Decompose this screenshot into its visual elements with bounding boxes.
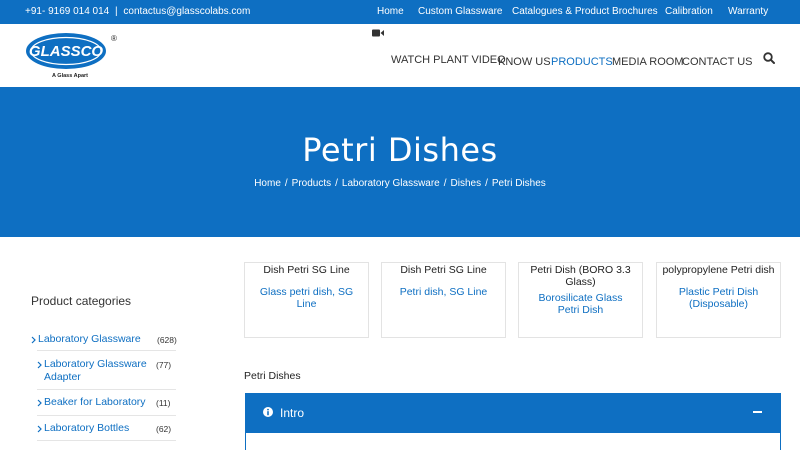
accordion-label: Intro (280, 406, 305, 420)
logo-brand-text: GLASSCO (29, 43, 104, 60)
product-card-title[interactable]: Dish Petri SG Line (382, 264, 505, 276)
breadcrumb-dishes[interactable]: Dishes (451, 178, 482, 189)
brand-logo[interactable]: GLASSCO ® A Glass Apart (24, 31, 119, 81)
product-card[interactable]: Dish Petri SG Line Petri dish, SG Line (381, 262, 506, 338)
sidebar-item-laboratory-bottles[interactable]: Laboratory Bottles (44, 422, 129, 434)
sidebar-item-count: (11) (156, 398, 171, 408)
product-card-title[interactable]: Petri Dish (BORO 3.3 Glass) (519, 264, 642, 288)
top-bar: +91- 9169 014 014 | contactus@glasscolab… (0, 0, 800, 24)
chevron-right-icon (37, 399, 42, 407)
breadcrumb: Home / Products / Laboratory Glassware / Dishe… (0, 178, 800, 189)
email-link[interactable]: contactus@glasscolabs.com (123, 6, 250, 17)
page-title: Petri Dishes (302, 131, 498, 169)
top-link-catalogues[interactable]: Catalogues & Product Brochures (512, 6, 658, 17)
sidebar-divider (37, 440, 176, 441)
top-link-warranty[interactable]: Warranty (728, 6, 768, 17)
accordion-header-intro[interactable]: Intro (245, 393, 781, 433)
breadcrumb-separator: / (485, 178, 488, 189)
top-link-calibration[interactable]: Calibration (665, 6, 713, 17)
floating-side-tab[interactable] (779, 237, 800, 268)
sidebar-title: Product categories (31, 294, 132, 308)
product-card-link[interactable]: Borosilicate Glass Petri Dish (519, 292, 642, 316)
sidebar-item-beaker[interactable]: Beaker for Laboratory (44, 396, 146, 408)
product-card-link[interactable]: Glass petri dish, SG Line (245, 286, 368, 310)
sidebar-divider (37, 389, 176, 390)
sidebar-item-laboratory-glassware[interactable]: Laboratory Glassware (38, 333, 141, 345)
accordion-body (245, 433, 781, 450)
nav-media-room[interactable]: MEDIA ROOM (612, 56, 684, 68)
product-card-link[interactable]: Plastic Petri Dish (Disposable) (657, 286, 780, 310)
contact-separator: | (115, 6, 118, 17)
video-camera-icon[interactable] (372, 29, 384, 37)
logo-tagline: A Glass Apart (52, 73, 88, 79)
product-card[interactable]: Petri Dish (BORO 3.3 Glass) Borosilicate… (518, 262, 643, 338)
logo-graphic: GLASSCO ® A Glass Apart (26, 33, 117, 79)
nav-watch-plant-video[interactable]: WATCH PLANT VIDEO (391, 54, 506, 66)
sidebar-item-count: (628) (157, 335, 177, 345)
breadcrumb-separator: / (284, 178, 288, 189)
breadcrumb-separator: / (335, 178, 338, 189)
nav-contact-us[interactable]: CONTACT US (682, 56, 753, 68)
contact-info: +91- 9169 014 014 | contactus@glasscolab… (25, 6, 253, 17)
sidebar-divider (37, 415, 176, 416)
breadcrumb-current: Petri Dishes (491, 178, 546, 189)
product-card-title[interactable]: Dish Petri SG Line (245, 264, 368, 276)
sidebar-divider (37, 350, 176, 351)
chevron-right-icon (31, 336, 36, 344)
chevron-right-icon (37, 425, 42, 433)
nav-products[interactable]: PRODUCTS (551, 56, 613, 68)
product-card-link[interactable]: Petri dish, SG Line (382, 286, 505, 298)
top-link-home[interactable]: Home (377, 6, 404, 17)
top-link-custom-glassware[interactable]: Custom Glassware (418, 6, 502, 17)
search-icon[interactable] (763, 52, 775, 64)
product-card[interactable]: polypropylene Petri dish Plastic Petri D… (656, 262, 781, 338)
breadcrumb-laboratory-glassware[interactable]: Laboratory Glassware (342, 178, 440, 189)
product-card-title[interactable]: polypropylene Petri dish (657, 264, 780, 276)
sidebar-item-count: (62) (156, 424, 172, 434)
info-circle-icon (263, 407, 273, 417)
logo-registered-mark: ® (111, 34, 117, 43)
nav-know-us[interactable]: KNOW US (498, 56, 551, 68)
sidebar-item-count: (77) (156, 360, 172, 370)
breadcrumb-home[interactable]: Home (254, 178, 281, 189)
breadcrumb-separator: / (443, 178, 447, 189)
minus-icon[interactable] (753, 411, 762, 413)
section-heading: Petri Dishes (244, 370, 301, 382)
breadcrumb-products[interactable]: Products (292, 178, 331, 189)
product-card[interactable]: Dish Petri SG Line Glass petri dish, SG … (244, 262, 369, 338)
page-hero: Petri Dishes Home / Products / Laboratory Gl… (0, 87, 800, 268)
sidebar-item-glassware-adapter[interactable]: Laboratory Glassware Adapter (44, 358, 152, 384)
phone-number[interactable]: +91- 9169 014 014 (25, 6, 109, 17)
chevron-right-icon (37, 361, 42, 369)
